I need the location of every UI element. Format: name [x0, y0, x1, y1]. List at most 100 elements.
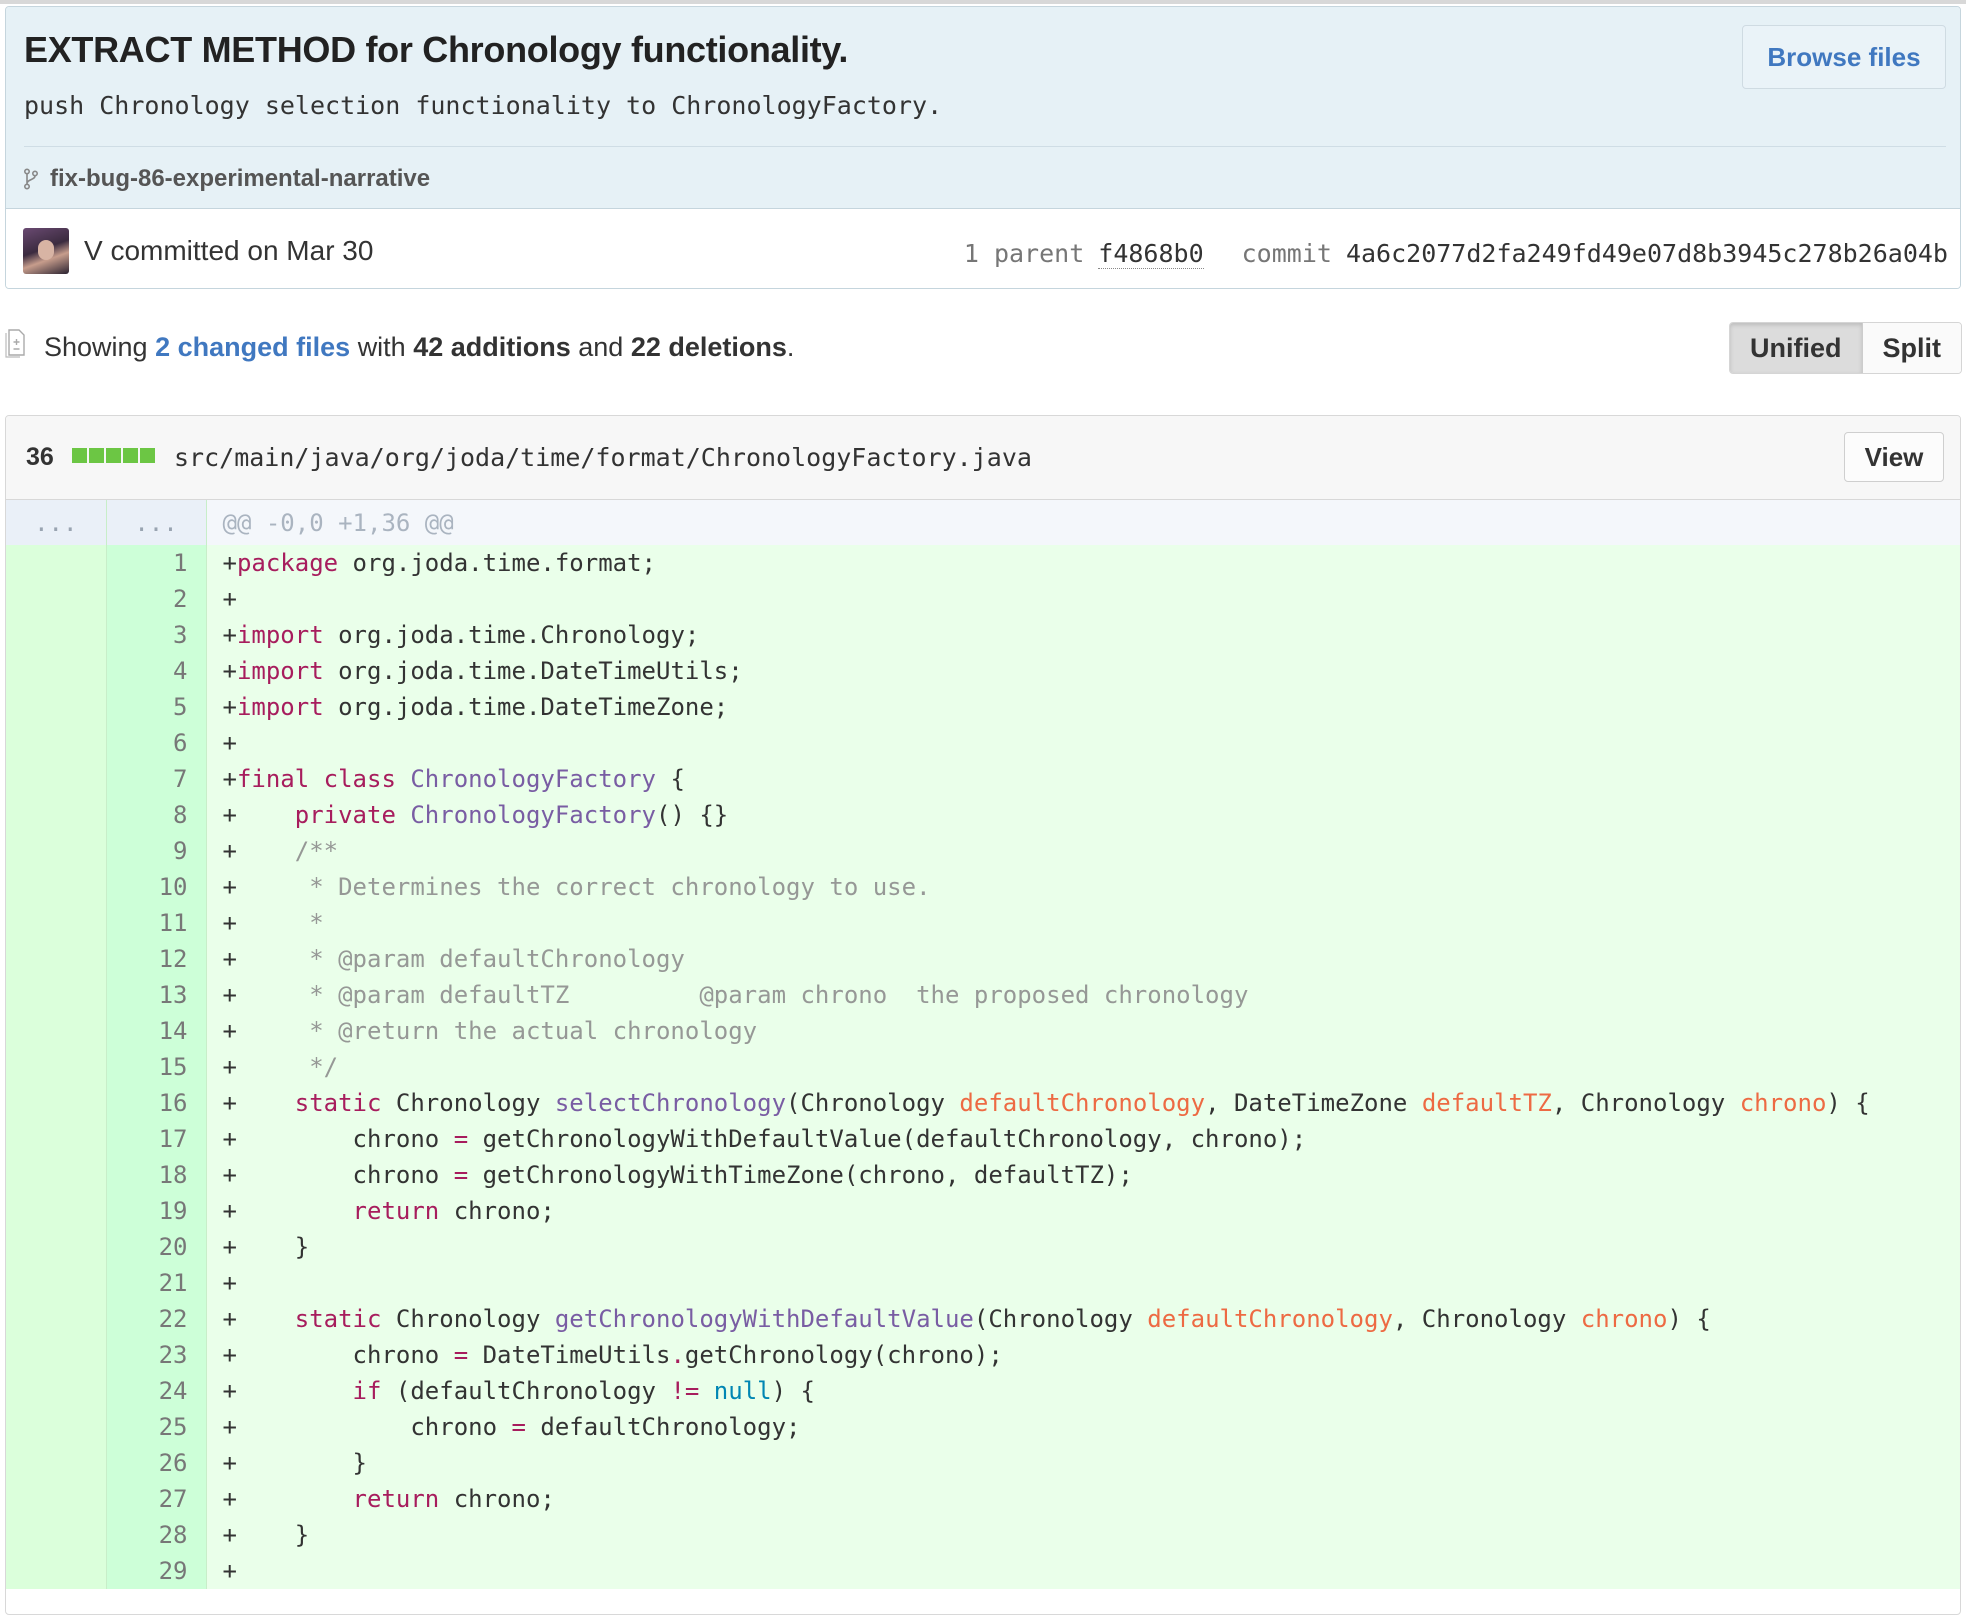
- meta-spacer: [1218, 239, 1228, 269]
- diff-line-added: 10 + * Determines the correct chronology …: [6, 869, 1960, 905]
- code-token: getChronology(chrono);: [684, 1341, 1003, 1369]
- code-token: ) {: [771, 1377, 815, 1405]
- view-file-button[interactable]: View: [1844, 432, 1944, 482]
- old-line-number[interactable]: [6, 653, 107, 689]
- parent-sha-link[interactable]: f4868b0: [1098, 239, 1204, 269]
- code-token: =: [453, 1341, 469, 1369]
- old-line-number[interactable]: [6, 1373, 107, 1409]
- diff-line-added: 21 +: [6, 1265, 1960, 1301]
- code-token: defaultChronology: [959, 1089, 1206, 1117]
- new-line-number[interactable]: 24: [106, 1373, 207, 1409]
- code-line: +import org.joda.time.DateTimeUtils;: [206, 653, 1960, 689]
- new-line-number[interactable]: 12: [106, 941, 207, 977]
- new-line-number[interactable]: 4: [106, 653, 207, 689]
- new-line-number[interactable]: 23: [106, 1337, 207, 1373]
- old-line-number[interactable]: [6, 1049, 107, 1085]
- old-line-number[interactable]: [6, 1409, 107, 1445]
- new-line-number[interactable]: 25: [106, 1409, 207, 1445]
- old-line-number[interactable]: [6, 1301, 107, 1337]
- code-token: +: [222, 1557, 237, 1585]
- old-line-number[interactable]: [6, 689, 107, 725]
- new-line-number[interactable]: 26: [106, 1445, 207, 1481]
- old-line-number[interactable]: [6, 1445, 107, 1481]
- old-line-number[interactable]: [6, 581, 107, 617]
- new-line-number[interactable]: 29: [106, 1553, 207, 1589]
- code-token: +: [222, 909, 310, 937]
- new-line-number[interactable]: 6: [106, 725, 207, 761]
- new-line-number[interactable]: 11: [106, 905, 207, 941]
- old-line-number[interactable]: [6, 1337, 107, 1373]
- code-token: final: [236, 765, 310, 793]
- new-line-number[interactable]: 15: [106, 1049, 207, 1085]
- old-line-number[interactable]: [6, 545, 107, 581]
- new-line-number[interactable]: 28: [106, 1517, 207, 1553]
- code-token: , Chronology: [1392, 1305, 1581, 1333]
- diff-line-added: 28 + }: [6, 1517, 1960, 1553]
- diff-line-added: 9 + /**: [6, 833, 1960, 869]
- new-line-number[interactable]: 1: [106, 545, 207, 581]
- old-line-number[interactable]: [6, 1229, 107, 1265]
- new-line-number[interactable]: 27: [106, 1481, 207, 1517]
- old-line-number[interactable]: [6, 761, 107, 797]
- code-token: * @param defaultTZ @param chrono the pro…: [309, 981, 1249, 1009]
- old-line-number[interactable]: [6, 1085, 107, 1121]
- header-divider: [24, 146, 1946, 147]
- new-line-number[interactable]: 21: [106, 1265, 207, 1301]
- hunk-expand-old[interactable]: ...: [6, 500, 107, 545]
- old-line-number[interactable]: [6, 977, 107, 1013]
- new-line-number[interactable]: 19: [106, 1193, 207, 1229]
- code-line: +import org.joda.time.DateTimeZone;: [206, 689, 1960, 725]
- code-token: + chrono: [222, 1125, 454, 1153]
- old-line-number[interactable]: [6, 1265, 107, 1301]
- old-line-number[interactable]: [6, 1481, 107, 1517]
- diff-line-added: 16 + static Chronology selectChronology(C…: [6, 1085, 1960, 1121]
- avatar[interactable]: [23, 228, 69, 274]
- old-line-number[interactable]: [6, 1193, 107, 1229]
- changed-files-link[interactable]: 2 changed files: [155, 332, 350, 362]
- code-token: !=: [670, 1377, 700, 1405]
- code-token: chrono: [1580, 1305, 1668, 1333]
- new-line-number[interactable]: 10: [106, 869, 207, 905]
- code-token: +: [222, 693, 237, 721]
- code-token: + chrono: [222, 1341, 454, 1369]
- diffstat-block-added: [106, 448, 121, 463]
- new-line-number[interactable]: 20: [106, 1229, 207, 1265]
- code-token: .: [670, 1341, 685, 1369]
- new-line-number[interactable]: 2: [106, 581, 207, 617]
- new-line-number[interactable]: 9: [106, 833, 207, 869]
- old-line-number[interactable]: [6, 617, 107, 653]
- new-line-number[interactable]: 14: [106, 1013, 207, 1049]
- new-line-number[interactable]: 18: [106, 1157, 207, 1193]
- old-line-number[interactable]: [6, 725, 107, 761]
- new-line-number[interactable]: 7: [106, 761, 207, 797]
- diff-line-added: 25 + chrono = defaultChronology;: [6, 1409, 1960, 1445]
- new-line-number[interactable]: 8: [106, 797, 207, 833]
- new-line-number[interactable]: 3: [106, 617, 207, 653]
- hunk-expand-new[interactable]: ...: [106, 500, 207, 545]
- branch-link[interactable]: fix-bug-86-experimental-narrative: [50, 165, 430, 193]
- new-line-number[interactable]: 17: [106, 1121, 207, 1157]
- old-line-number[interactable]: [6, 905, 107, 941]
- diff-line-added: 8 + private ChronologyFactory() {}: [6, 797, 1960, 833]
- new-line-number[interactable]: 16: [106, 1085, 207, 1121]
- old-line-number[interactable]: [6, 833, 107, 869]
- new-line-number[interactable]: 5: [106, 689, 207, 725]
- old-line-number[interactable]: [6, 797, 107, 833]
- unified-view-button[interactable]: Unified: [1730, 323, 1863, 373]
- new-line-number[interactable]: 22: [106, 1301, 207, 1337]
- code-token: * @return the actual chronology: [309, 1017, 758, 1045]
- old-line-number[interactable]: [6, 1517, 107, 1553]
- code-token: getChronologyWithTimeZone(chrono, defaul…: [468, 1161, 1133, 1189]
- old-line-number[interactable]: [6, 1157, 107, 1193]
- old-line-number[interactable]: [6, 1013, 107, 1049]
- old-line-number[interactable]: [6, 1553, 107, 1589]
- diff-view-toggle: Unified Split: [1729, 322, 1962, 374]
- old-line-number[interactable]: [6, 1121, 107, 1157]
- browse-files-button[interactable]: Browse files: [1742, 25, 1946, 89]
- old-line-number[interactable]: [6, 941, 107, 977]
- commit-meta: 1 parent f4868b0 commit 4a6c2077d2fa249f…: [964, 239, 1948, 269]
- diffstat-bar: [72, 448, 155, 463]
- split-view-button[interactable]: Split: [1862, 323, 1961, 373]
- new-line-number[interactable]: 13: [106, 977, 207, 1013]
- old-line-number[interactable]: [6, 869, 107, 905]
